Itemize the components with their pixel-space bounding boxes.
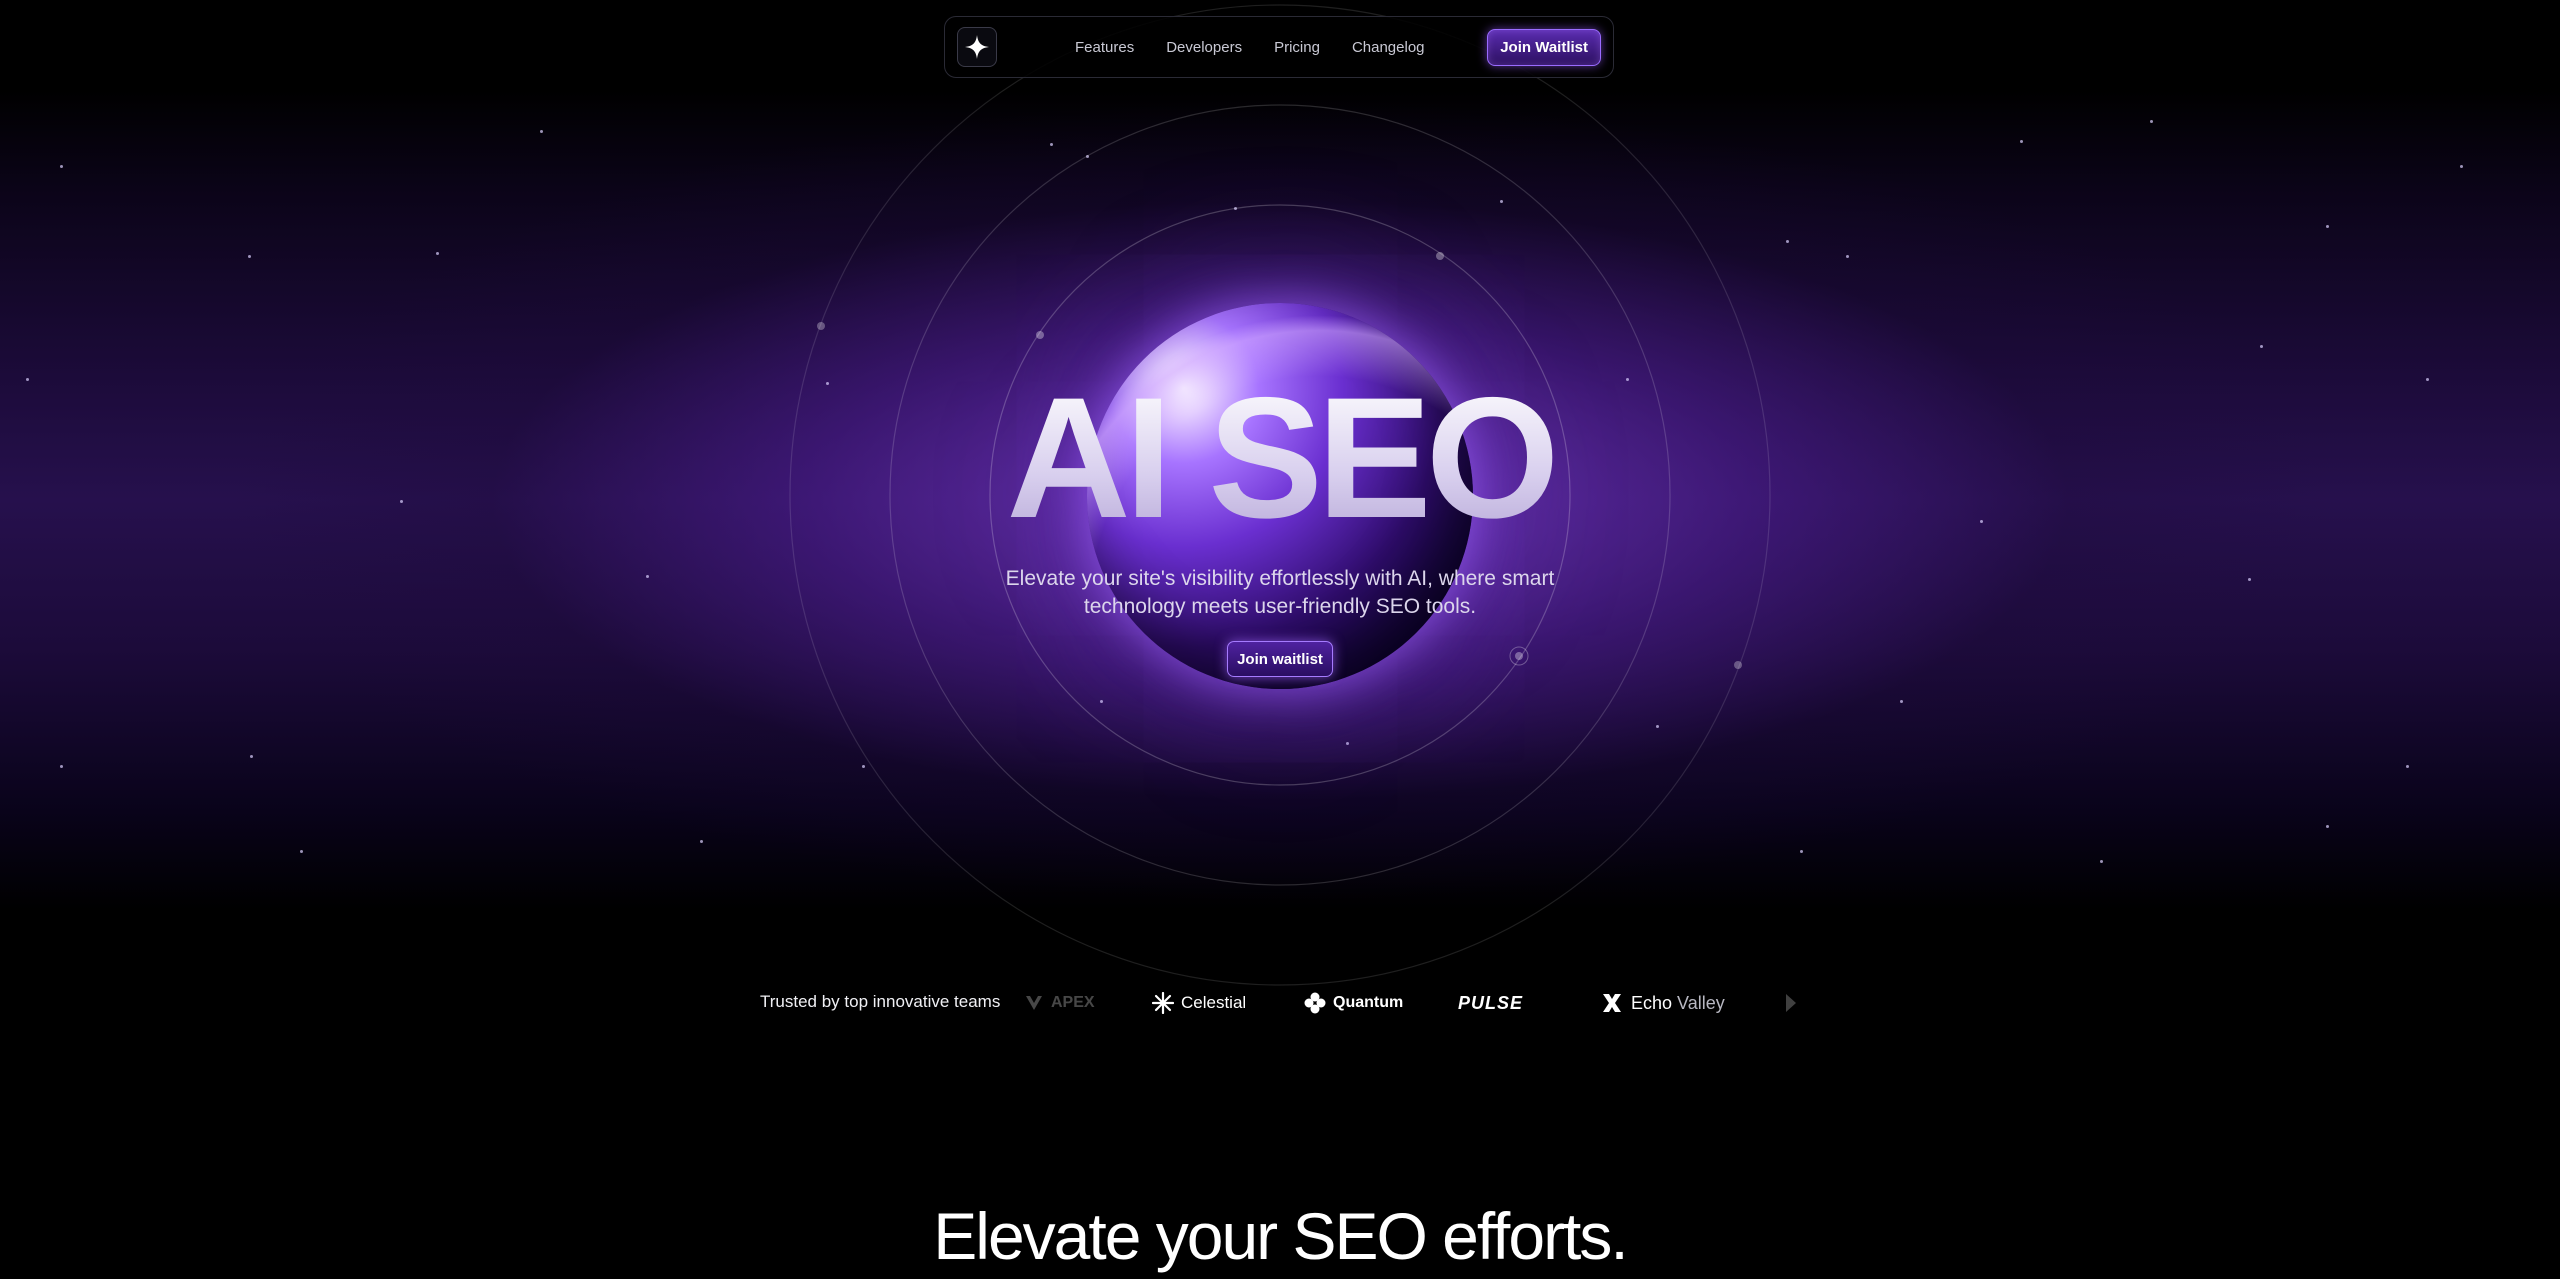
logo-celestial-text: Celestial: [1181, 993, 1247, 1012]
apex-icon: [1026, 996, 1042, 1010]
logo-pulse: PULSE: [1458, 988, 1523, 1018]
x-icon: [1603, 994, 1621, 1012]
top-navbar: Features Developers Pricing Changelog Jo…: [944, 16, 1614, 78]
nav-link-changelog[interactable]: Changelog: [1352, 39, 1425, 56]
logo-pulse-text: PULSE: [1458, 992, 1524, 1013]
join-waitlist-hero-button[interactable]: Join waitlist: [1227, 641, 1333, 677]
sparkle-icon: [965, 35, 989, 59]
hero-title: AI SEO: [0, 372, 2560, 544]
asterisk-icon: [1152, 992, 1174, 1014]
clover-icon: [1304, 992, 1326, 1014]
nav-link-developers[interactable]: Developers: [1166, 39, 1242, 56]
nav-link-pricing[interactable]: Pricing: [1274, 39, 1320, 56]
brand-logo[interactable]: [957, 27, 997, 67]
nav-links: Features Developers Pricing Changelog: [1075, 39, 1425, 56]
logo-echo-valley-text: Echo Valley: [1631, 992, 1725, 1013]
logo-apex-text: APEX: [1051, 994, 1095, 1011]
logo-quantum: Quantum: [1304, 988, 1403, 1018]
logo-echo-valley: Echo Valley: [1600, 988, 1725, 1018]
nav-link-features[interactable]: Features: [1075, 39, 1134, 56]
logo-apex: APEX: [1024, 988, 1095, 1018]
logo-celestial: Celestial: [1152, 988, 1246, 1018]
trusted-by-label: Trusted by top innovative teams: [760, 992, 1001, 1011]
logo-partial: [1786, 988, 1798, 1018]
join-waitlist-nav-button[interactable]: Join Waitlist: [1487, 28, 1601, 66]
section-title: Elevate your SEO efforts.: [933, 1199, 1628, 1273]
logo-quantum-text: Quantum: [1333, 994, 1404, 1011]
hero-subtitle: Elevate your site's visibility effortles…: [1005, 567, 1555, 618]
partial-logo-icon: [1786, 994, 1796, 1012]
